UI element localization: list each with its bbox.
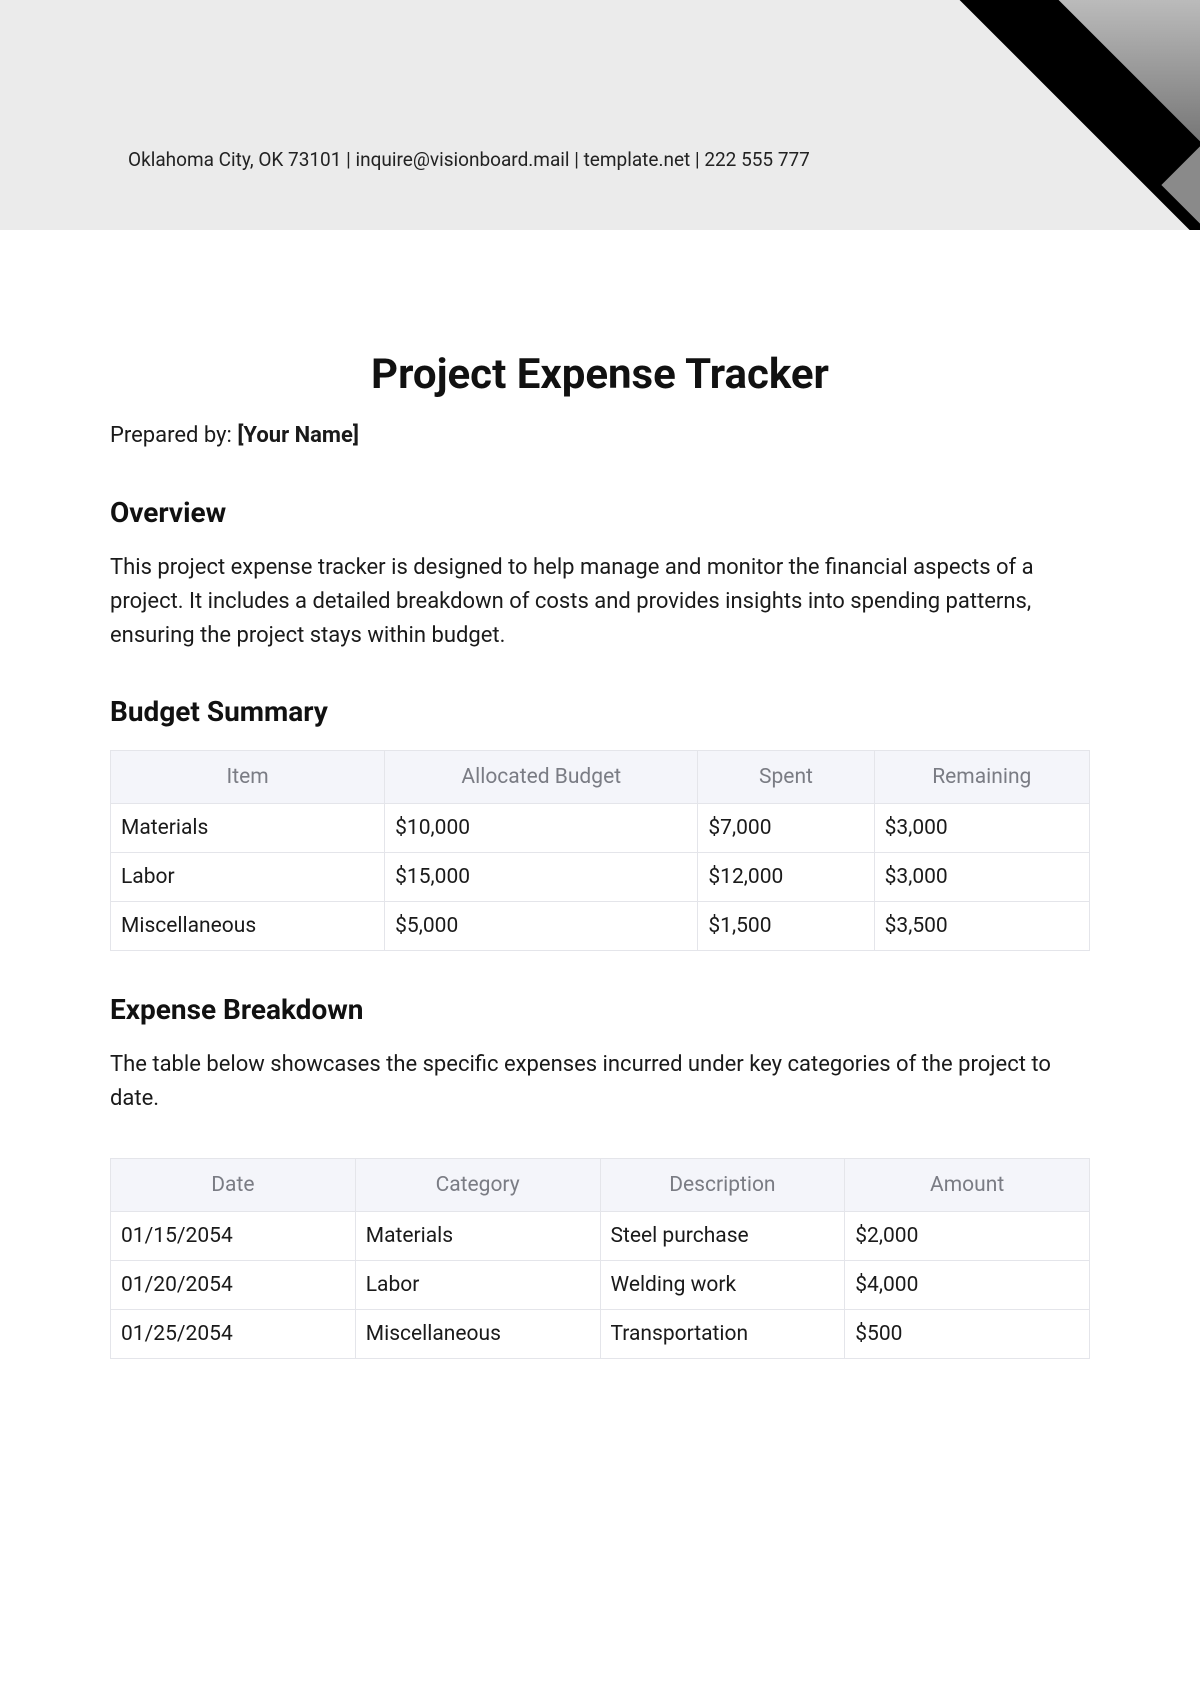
- expense-breakdown-table: Date Category Description Amount 01/15/2…: [110, 1158, 1090, 1359]
- table-header-row: Date Category Description Amount: [111, 1159, 1090, 1212]
- corner-decoration: [960, 0, 1200, 230]
- col-description: Description: [600, 1159, 845, 1212]
- cell-remaining: $3,000: [874, 853, 1089, 902]
- cell-spent: $7,000: [698, 804, 874, 853]
- cell-description: Welding work: [600, 1261, 845, 1310]
- header-band: Oklahoma City, OK 73101 | inquire@vision…: [0, 0, 1200, 230]
- cell-category: Materials: [355, 1212, 600, 1261]
- cell-allocated: $5,000: [385, 902, 698, 951]
- table-row: 01/25/2054 Miscellaneous Transportation …: [111, 1310, 1090, 1359]
- cell-category: Miscellaneous: [355, 1310, 600, 1359]
- cell-amount: $4,000: [845, 1261, 1090, 1310]
- page-title: Project Expense Tracker: [110, 350, 1090, 399]
- budget-summary-table: Item Allocated Budget Spent Remaining Ma…: [110, 750, 1090, 951]
- col-spent: Spent: [698, 751, 874, 804]
- table-row: 01/15/2054 Materials Steel purchase $2,0…: [111, 1212, 1090, 1261]
- cell-amount: $500: [845, 1310, 1090, 1359]
- col-amount: Amount: [845, 1159, 1090, 1212]
- col-allocated: Allocated Budget: [385, 751, 698, 804]
- cell-spent: $12,000: [698, 853, 874, 902]
- budget-heading: Budget Summary: [110, 695, 1090, 728]
- cell-description: Steel purchase: [600, 1212, 845, 1261]
- cell-item: Materials: [111, 804, 385, 853]
- cell-category: Labor: [355, 1261, 600, 1310]
- table-header-row: Item Allocated Budget Spent Remaining: [111, 751, 1090, 804]
- overview-body: This project expense tracker is designed…: [110, 551, 1090, 653]
- cell-spent: $1,500: [698, 902, 874, 951]
- cell-date: 01/15/2054: [111, 1212, 356, 1261]
- col-item: Item: [111, 751, 385, 804]
- cell-description: Transportation: [600, 1310, 845, 1359]
- document-content: Project Expense Tracker Prepared by: [Yo…: [0, 230, 1200, 1359]
- header-contact-line: Oklahoma City, OK 73101 | inquire@vision…: [128, 148, 810, 171]
- cell-item: Labor: [111, 853, 385, 902]
- expense-body: The table below showcases the specific e…: [110, 1048, 1090, 1116]
- table-row: Materials $10,000 $7,000 $3,000: [111, 804, 1090, 853]
- prepared-by-label: Prepared by:: [110, 423, 237, 448]
- cell-remaining: $3,500: [874, 902, 1089, 951]
- cell-date: 01/20/2054: [111, 1261, 356, 1310]
- cell-remaining: $3,000: [874, 804, 1089, 853]
- cell-allocated: $10,000: [385, 804, 698, 853]
- col-remaining: Remaining: [874, 751, 1089, 804]
- table-row: Miscellaneous $5,000 $1,500 $3,500: [111, 902, 1090, 951]
- cell-allocated: $15,000: [385, 853, 698, 902]
- table-row: Labor $15,000 $12,000 $3,000: [111, 853, 1090, 902]
- cell-item: Miscellaneous: [111, 902, 385, 951]
- expense-heading: Expense Breakdown: [110, 993, 1090, 1026]
- table-row: 01/20/2054 Labor Welding work $4,000: [111, 1261, 1090, 1310]
- cell-date: 01/25/2054: [111, 1310, 356, 1359]
- cell-amount: $2,000: [845, 1212, 1090, 1261]
- prepared-by-name: [Your Name]: [237, 423, 359, 448]
- col-category: Category: [355, 1159, 600, 1212]
- overview-heading: Overview: [110, 496, 1090, 529]
- prepared-by-line: Prepared by: [Your Name]: [110, 423, 1090, 448]
- col-date: Date: [111, 1159, 356, 1212]
